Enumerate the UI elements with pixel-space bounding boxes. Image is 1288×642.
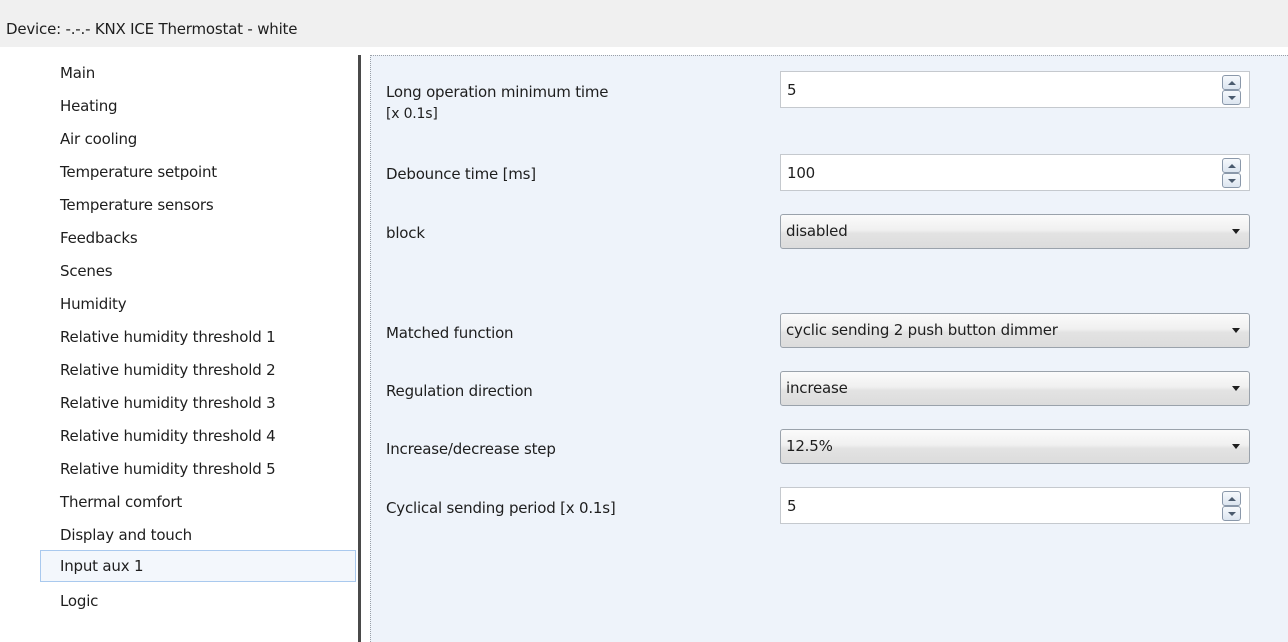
parameter-panel (370, 55, 1288, 642)
sidebar-item-input-aux-1[interactable]: Input aux 1 (40, 550, 356, 582)
sidebar-item-logic[interactable]: Logic (40, 585, 356, 617)
panel-splitter[interactable] (358, 55, 361, 642)
sidebar-item-main[interactable]: Main (40, 57, 356, 89)
cyclical-period-label: Cyclical sending period [x 0.1s] (386, 499, 616, 517)
block-value: disabled (786, 222, 848, 240)
sidebar-item-air-cooling[interactable]: Air cooling (40, 123, 356, 155)
block-dropdown[interactable]: disabled (780, 214, 1250, 249)
long-operation-input[interactable]: 5 (780, 71, 1250, 108)
step-dropdown[interactable]: 12.5% (780, 429, 1250, 464)
block-label: block (386, 224, 425, 242)
dropdown-arrow-icon (1232, 386, 1240, 391)
matched-function-label: Matched function (386, 324, 514, 342)
dropdown-arrow-icon (1232, 328, 1240, 333)
debounce-label: Debounce time [ms] (386, 165, 536, 183)
long-operation-label-line2: [x 0.1s] (386, 106, 438, 122)
cyclical-period-input[interactable]: 5 (780, 487, 1250, 524)
sidebar-item-rh-threshold-5[interactable]: Relative humidity threshold 5 (40, 453, 356, 485)
window-title: Device: -.-.- KNX ICE Thermostat - white (6, 20, 298, 38)
sidebar-item-humidity[interactable]: Humidity (40, 288, 356, 320)
regulation-direction-dropdown[interactable]: increase (780, 371, 1250, 406)
sidebar-item-heating[interactable]: Heating (40, 90, 356, 122)
long-operation-spin-up-icon[interactable] (1222, 75, 1241, 90)
matched-function-dropdown[interactable]: cyclic sending 2 push button dimmer (780, 313, 1250, 348)
step-label: Increase/decrease step (386, 440, 556, 458)
sidebar-item-rh-threshold-1[interactable]: Relative humidity threshold 1 (40, 321, 356, 353)
long-operation-spin-down-icon[interactable] (1222, 90, 1241, 105)
regulation-direction-value: increase (786, 379, 848, 397)
dropdown-arrow-icon (1232, 229, 1240, 234)
sidebar-item-rh-threshold-2[interactable]: Relative humidity threshold 2 (40, 354, 356, 386)
long-operation-value: 5 (787, 81, 797, 99)
sidebar-nav: Main Heating Air cooling Temperature set… (0, 47, 358, 642)
sidebar-item-rh-threshold-3[interactable]: Relative humidity threshold 3 (40, 387, 356, 419)
sidebar-item-rh-threshold-4[interactable]: Relative humidity threshold 4 (40, 420, 356, 452)
step-value: 12.5% (786, 437, 833, 455)
dropdown-arrow-icon (1232, 444, 1240, 449)
debounce-value: 100 (787, 164, 816, 182)
sidebar-item-thermal-comfort[interactable]: Thermal comfort (40, 486, 356, 518)
long-operation-label: Long operation minimum time [x 0.1s] (386, 81, 608, 125)
title-bar: Device: -.-.- KNX ICE Thermostat - white (0, 0, 1288, 47)
sidebar-item-temperature-setpoint[interactable]: Temperature setpoint (40, 156, 356, 188)
cyclical-period-value: 5 (787, 497, 797, 515)
sidebar-item-display-and-touch[interactable]: Display and touch (40, 519, 356, 551)
regulation-direction-label: Regulation direction (386, 382, 533, 400)
sidebar-item-scenes[interactable]: Scenes (40, 255, 356, 287)
debounce-spin-up-icon[interactable] (1222, 158, 1241, 173)
sidebar-item-temperature-sensors[interactable]: Temperature sensors (40, 189, 356, 221)
sidebar-item-feedbacks[interactable]: Feedbacks (40, 222, 356, 254)
debounce-input[interactable]: 100 (780, 154, 1250, 191)
cyclical-period-spin-down-icon[interactable] (1222, 506, 1241, 521)
long-operation-label-line1: Long operation minimum time (386, 83, 609, 101)
matched-function-value: cyclic sending 2 push button dimmer (786, 321, 1058, 339)
debounce-spin-down-icon[interactable] (1222, 173, 1241, 188)
cyclical-period-spin-up-icon[interactable] (1222, 491, 1241, 506)
